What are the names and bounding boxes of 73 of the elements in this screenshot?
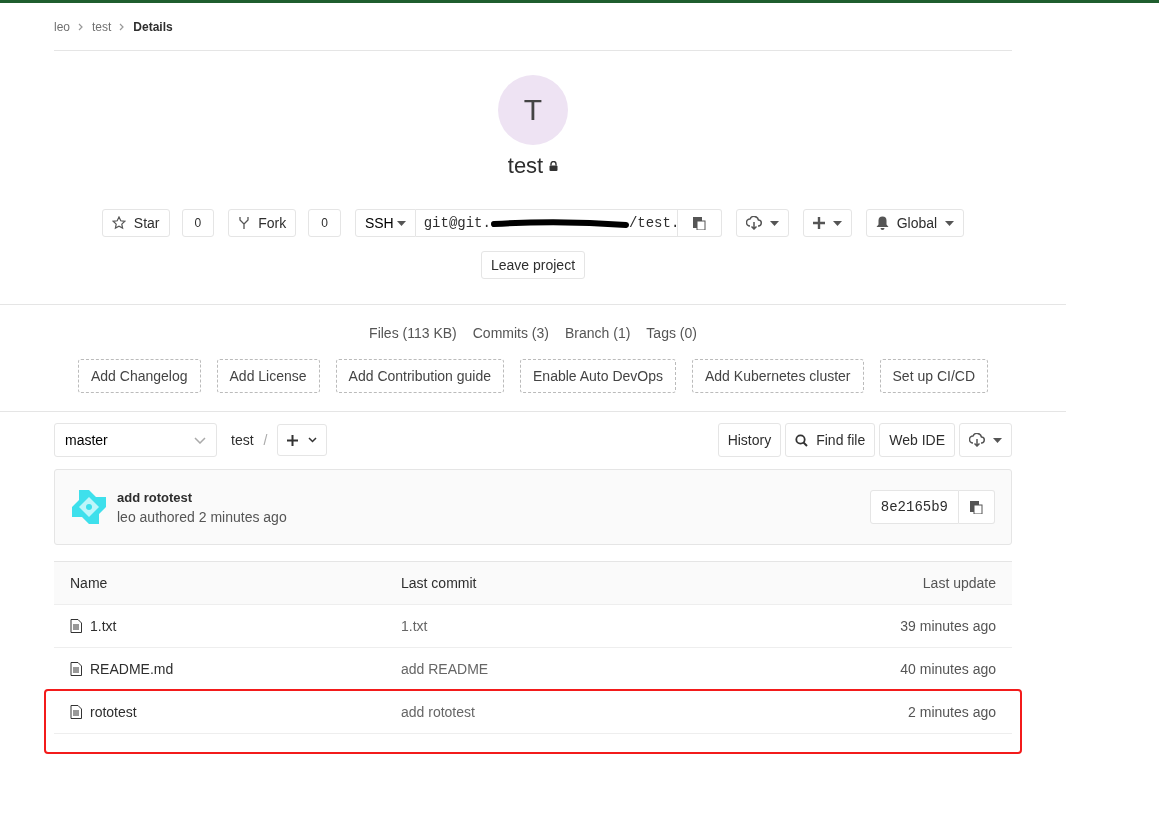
chevron-icon [78, 22, 84, 31]
history-button[interactable]: History [717, 423, 782, 457]
bell-icon [875, 216, 889, 230]
caret-icon [769, 220, 779, 226]
stat-link[interactable]: Tags (0) [646, 325, 697, 341]
breadcrumb-link[interactable]: leo [54, 19, 70, 34]
caret-icon [993, 437, 1002, 443]
caret-icon [832, 220, 842, 226]
commit-link[interactable]: add README [401, 661, 901, 677]
fork-icon [238, 216, 251, 230]
copy-icon [970, 500, 983, 514]
fork-count: 0 [308, 209, 341, 237]
breadcrumb-link[interactable]: Details [133, 19, 173, 34]
find-file-button[interactable]: Find file [785, 423, 876, 457]
file-icon [70, 619, 82, 633]
notification-dropdown[interactable]: Global [865, 209, 965, 237]
stat-link[interactable]: Files (113 KB) [369, 325, 457, 341]
column-header: Last update [922, 575, 996, 591]
suggestion-button[interactable]: Set up CI/CD [879, 359, 988, 393]
plus-icon [812, 217, 825, 229]
commit-title[interactable]: add rototest [117, 489, 287, 505]
project-name: test [507, 153, 544, 179]
copy-button[interactable] [677, 209, 722, 237]
suggestion-button[interactable]: Enable Auto DevOps [520, 359, 676, 393]
suggestion-button[interactable]: Add Contribution guide [335, 359, 504, 393]
commit-meta: leo authored 2 minutes ago [117, 508, 287, 525]
caret-icon [396, 220, 406, 226]
stat-link[interactable]: Branch (1) [565, 325, 631, 341]
file-link[interactable]: README.md [90, 661, 174, 677]
cloud-download-icon [969, 433, 985, 447]
plus-icon [287, 434, 299, 446]
stat-link[interactable]: Commits (3) [472, 325, 549, 341]
commit-sha[interactable]: 8e2165b9 [869, 490, 959, 524]
protocol-dropdown[interactable]: SSH [354, 209, 416, 237]
column-header: Name [70, 575, 109, 591]
path-separator: / [263, 432, 268, 448]
chevron-icon [119, 22, 126, 31]
search-icon [795, 433, 809, 447]
fork-button[interactable]: Fork [228, 209, 297, 237]
leave-project-button[interactable]: Leave project [480, 251, 586, 279]
suggestion-button[interactable]: Add Changelog [78, 359, 201, 393]
download-dropdown[interactable] [959, 423, 1012, 457]
project-avatar: T [498, 75, 568, 145]
web-ide-button[interactable]: Web IDE [879, 423, 955, 457]
star-count: 0 [181, 209, 215, 237]
suggestion-button[interactable]: Add Kubernetes cluster [692, 359, 864, 393]
branch-dropdown[interactable]: master [54, 423, 217, 457]
update-time: 40 minutes ago [900, 661, 996, 677]
chevron-down-icon [194, 436, 206, 444]
copy-button[interactable] [959, 490, 995, 524]
star-icon [111, 216, 126, 230]
suggestion-button[interactable]: Add License [216, 359, 320, 393]
chevron-down-icon [308, 437, 318, 443]
update-time: 39 minutes ago [900, 618, 996, 634]
user-avatar [71, 489, 107, 525]
commit-link[interactable]: add rototest [401, 704, 909, 720]
file-link[interactable]: rototest [90, 704, 137, 720]
caret-icon [945, 220, 955, 226]
column-header: Last commit [401, 575, 478, 591]
commit-link[interactable]: 1.txt [401, 618, 901, 634]
copy-icon [692, 216, 706, 230]
add-dropdown[interactable] [277, 424, 328, 456]
update-time: 2 minutes ago [908, 704, 996, 720]
file-link[interactable]: 1.txt [90, 618, 117, 634]
path-text: test [231, 432, 254, 448]
download-dropdown[interactable] [735, 209, 789, 237]
file-icon [70, 662, 82, 676]
star-button[interactable]: Star [101, 209, 170, 237]
cloud-download-icon [745, 216, 762, 230]
new-dropdown[interactable] [802, 209, 852, 237]
clone-url-field[interactable]: git@git. /test. [415, 209, 678, 237]
breadcrumb-link[interactable]: test [92, 19, 112, 34]
file-icon [70, 705, 82, 719]
